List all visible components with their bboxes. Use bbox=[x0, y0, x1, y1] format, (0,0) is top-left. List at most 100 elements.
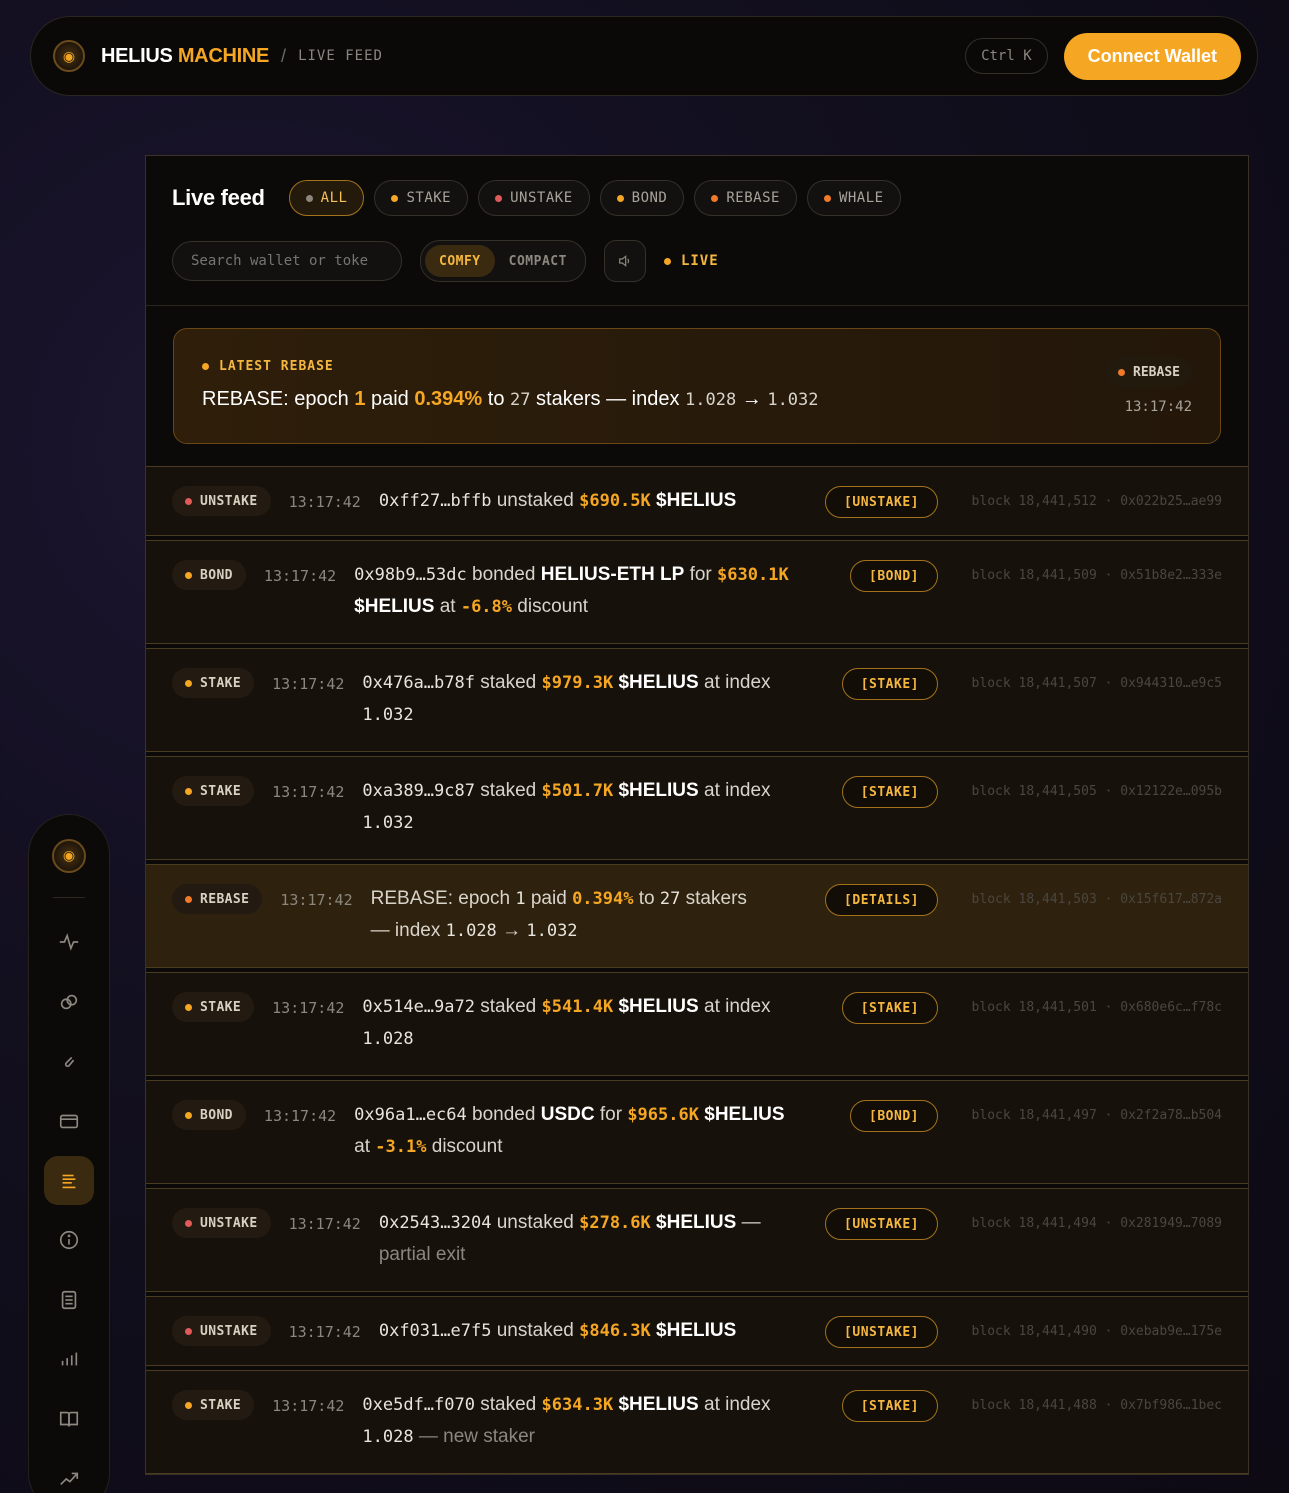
event-action-button[interactable]: [STAKE] bbox=[841, 776, 938, 808]
filter-dot bbox=[711, 194, 719, 202]
event-description: REBASE: epoch 1 paid 0.394% to 27 staker… bbox=[371, 883, 791, 947]
block-meta[interactable]: block 18,441,494 · 0x281949…7089 bbox=[972, 1216, 1222, 1231]
pulse-icon[interactable] bbox=[44, 918, 94, 968]
block-meta[interactable]: block 18,441,501 · 0x680e6c…f78c bbox=[972, 1000, 1222, 1015]
block-meta[interactable]: block 18,441,509 · 0x51b8e2…333e bbox=[972, 568, 1222, 583]
filter-label: REBASE bbox=[726, 190, 780, 206]
event-type-chip: UNSTAKE bbox=[172, 1316, 271, 1346]
latest-index-to: 1.032 bbox=[767, 390, 819, 410]
wallet-address: 0x96a1…ec64 bbox=[354, 1105, 467, 1125]
connect-wallet-button[interactable]: Connect Wallet bbox=[1063, 32, 1241, 80]
link-icon[interactable] bbox=[44, 977, 94, 1027]
event-type-chip: STAKE bbox=[172, 1390, 255, 1420]
feed-row[interactable]: STAKE 13:17:42 0xa389…9c87 staked $501.7K … bbox=[146, 756, 1248, 860]
event-type-chip: STAKE bbox=[172, 992, 255, 1022]
wallet-icon[interactable] bbox=[44, 1096, 94, 1146]
token-symbol: $HELIUS bbox=[613, 780, 699, 801]
event-time: 13:17:42 bbox=[288, 493, 361, 511]
block-meta[interactable]: block 18,441,497 · 0x2f2a78…b504 bbox=[972, 1108, 1222, 1123]
event-type-dot bbox=[185, 1111, 192, 1119]
latest-stakers: 27 bbox=[510, 390, 531, 410]
feed-row[interactable]: STAKE 13:17:42 0xe5df…f070 staked $634.3K … bbox=[146, 1370, 1248, 1474]
latest-arrow: → bbox=[736, 388, 768, 410]
feed-list-icon[interactable] bbox=[44, 1155, 94, 1206]
event-action-button[interactable]: [STAKE] bbox=[841, 1390, 938, 1422]
sound-icon[interactable] bbox=[603, 240, 646, 282]
filter-dot bbox=[391, 194, 399, 202]
event-action-button[interactable]: [STAKE] bbox=[841, 992, 938, 1024]
filter-chip-rebase[interactable]: REBASE bbox=[694, 180, 797, 216]
token-symbol: $HELIUS bbox=[613, 996, 699, 1017]
rebase-text: REBASE: epoch bbox=[370, 888, 516, 909]
wallet-address: 0x2543…3204 bbox=[378, 1213, 492, 1233]
event-verb: for bbox=[684, 564, 718, 585]
latest-rebase-card[interactable]: LATEST REBASE REBASE: epoch 1 paid 0.394… bbox=[173, 328, 1221, 444]
feed-row[interactable]: STAKE 13:17:42 0x514e…9a72 staked $541.4K … bbox=[146, 972, 1248, 1076]
feed-row[interactable]: UNSTAKE 13:17:42 0xf031…e7f5 unstaked $846… bbox=[146, 1296, 1248, 1366]
brand-name[interactable]: HELIUS MACHINE bbox=[101, 45, 269, 68]
block-meta[interactable]: block 18,441,488 · 0x7bf986…1bec bbox=[972, 1398, 1222, 1413]
filter-chip-unstake[interactable]: UNSTAKE bbox=[478, 180, 590, 216]
block-meta[interactable]: block 18,441,490 · 0xebab9e…175e bbox=[972, 1324, 1222, 1339]
breadcrumb-separator: / bbox=[281, 45, 287, 66]
live-label: LIVE bbox=[680, 253, 719, 269]
feed-row[interactable]: STAKE 13:17:42 0x476a…b78f staked $979.3K … bbox=[146, 648, 1248, 752]
feed-row[interactable]: REBASE 13:17:42 REBASE: epoch 1 paid 0.394… bbox=[146, 864, 1248, 968]
latest-rebase-tag: LATEST REBASE bbox=[202, 359, 1192, 374]
latest-text-d: stakers — index bbox=[530, 388, 686, 410]
density-comfy-button[interactable]: COMFY bbox=[425, 245, 495, 277]
event-action-button[interactable]: [UNSTAKE] bbox=[825, 1316, 938, 1348]
event-note: partial exit bbox=[378, 1244, 466, 1265]
command-palette-shortcut[interactable]: Ctrl K bbox=[965, 38, 1048, 74]
event-action-button[interactable]: [UNSTAKE] bbox=[825, 1208, 938, 1240]
info-icon[interactable] bbox=[44, 1215, 94, 1265]
live-feed-panel: Live feed ALL STAKE UNSTAKE BOND REBASE WHALE… bbox=[145, 155, 1249, 1475]
event-action-button[interactable]: [BOND] bbox=[850, 1100, 938, 1132]
feed-list: UNSTAKE 13:17:42 0xff27…bffb unstaked $690… bbox=[146, 466, 1248, 1474]
event-verb: bonded bbox=[466, 564, 541, 585]
feed-row[interactable]: BOND 13:17:42 0x98b9…53dc bonded HELIUS-ET… bbox=[146, 540, 1248, 644]
feed-row[interactable]: UNSTAKE 13:17:42 0x2543…3204 unstaked $278… bbox=[146, 1188, 1248, 1292]
event-type-dot bbox=[185, 1003, 192, 1011]
event-type-label: REBASE bbox=[200, 891, 250, 907]
filter-label: ALL bbox=[320, 190, 348, 206]
trend-icon[interactable] bbox=[44, 1453, 94, 1493]
feed-row[interactable]: BOND 13:17:42 0x96a1…ec64 bonded USDC for … bbox=[146, 1080, 1248, 1184]
filter-chip-all[interactable]: ALL bbox=[288, 180, 365, 216]
rail-logo-icon[interactable]: ◉ bbox=[52, 839, 86, 873]
block-meta[interactable]: block 18,441,512 · 0x022b25…ae99 bbox=[972, 494, 1222, 509]
filter-chip-stake[interactable]: STAKE bbox=[374, 180, 469, 216]
token-symbol: $HELIUS bbox=[650, 490, 737, 511]
block-meta[interactable]: block 18,441,507 · 0x944310…e9c5 bbox=[972, 676, 1222, 691]
event-tail: at index bbox=[698, 1394, 771, 1415]
feed-row[interactable]: UNSTAKE 13:17:42 0xff27…bffb unstaked $690… bbox=[146, 466, 1248, 536]
event-type-dot bbox=[185, 787, 192, 795]
event-type-label: UNSTAKE bbox=[200, 1323, 258, 1339]
feed-header: Live feed ALL STAKE UNSTAKE BOND REBASE WHALE… bbox=[146, 156, 1248, 306]
filter-chip-whale[interactable]: WHALE bbox=[806, 180, 901, 216]
book-icon[interactable] bbox=[44, 1394, 94, 1444]
filter-chip-bond[interactable]: BOND bbox=[599, 180, 685, 216]
paperclip-icon[interactable] bbox=[44, 1037, 94, 1087]
event-tail: at index bbox=[698, 672, 771, 693]
bond-discount: -6.8% bbox=[460, 597, 513, 617]
brand-part2: MACHINE bbox=[177, 44, 270, 67]
event-action-button[interactable]: [BOND] bbox=[850, 560, 938, 592]
calculator-icon[interactable] bbox=[44, 1275, 94, 1325]
search-input[interactable] bbox=[172, 241, 402, 281]
density-compact-button[interactable]: COMPACT bbox=[495, 245, 581, 277]
event-action-button[interactable]: [DETAILS] bbox=[825, 884, 938, 916]
event-action-button[interactable]: [UNSTAKE] bbox=[825, 486, 938, 518]
event-verb: at bbox=[354, 1136, 376, 1157]
event-action-button[interactable]: [STAKE] bbox=[841, 668, 938, 700]
bar-chart-icon[interactable] bbox=[44, 1334, 94, 1384]
logo-icon[interactable]: ◉ bbox=[53, 40, 85, 72]
event-amount: $501.7K bbox=[541, 781, 614, 801]
block-meta[interactable]: block 18,441,505 · 0x12122e…095b bbox=[972, 784, 1222, 799]
block-meta[interactable]: block 18,441,503 · 0x15f617…872a bbox=[972, 892, 1222, 907]
event-description: 0x98b9…53dc bonded HELIUS-ETH LP for $63… bbox=[354, 559, 824, 623]
event-type-label: STAKE bbox=[200, 1397, 242, 1413]
filter-label: STAKE bbox=[406, 190, 452, 206]
latest-text-c: to bbox=[482, 388, 511, 410]
event-type-chip: BOND bbox=[172, 560, 246, 590]
